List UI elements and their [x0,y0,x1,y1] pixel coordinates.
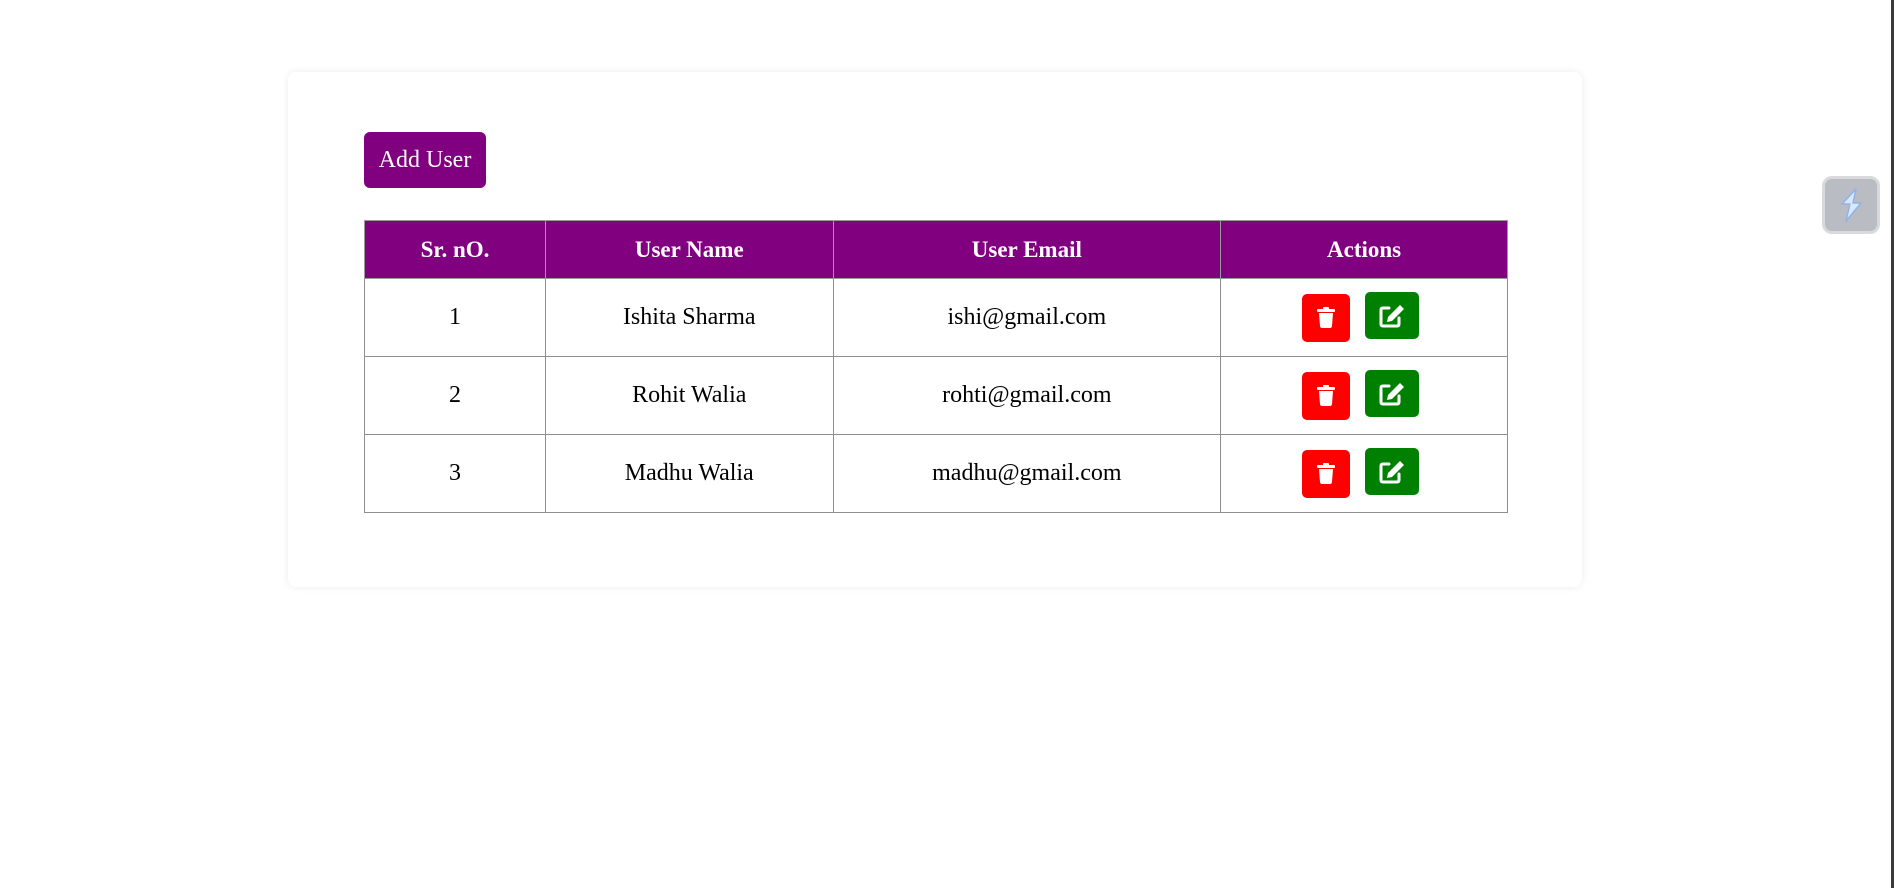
table-row: 2 Rohit Walia rohti@gmail.com [364,356,1508,435]
table-row: 1 Ishita Sharma ishi@gmail.com [364,278,1508,357]
edit-icon [1379,304,1404,327]
users-card: Add User Sr. nO. User Name User Email Ac… [288,72,1582,587]
cell-user-name: Madhu Walia [545,434,834,513]
add-user-button[interactable]: Add User [364,132,486,188]
table-row: 3 Madhu Walia madhu@gmail.com [364,434,1508,513]
header-sr-no: Sr. nO. [364,220,546,279]
cell-sr-no: 2 [364,356,546,435]
floating-extension-widget[interactable] [1822,176,1880,234]
header-actions: Actions [1220,220,1508,279]
header-user-email: User Email [832,220,1222,279]
cell-user-name: Ishita Sharma [545,278,834,357]
trash-icon [1316,307,1335,328]
delete-button[interactable] [1301,371,1350,420]
cell-user-email: ishi@gmail.com [832,278,1222,357]
trash-icon [1316,463,1335,484]
cell-user-email: rohti@gmail.com [832,356,1222,435]
header-user-name: User Name [545,220,834,279]
cell-actions [1220,434,1508,513]
cell-sr-no: 3 [364,434,546,513]
cell-user-email: madhu@gmail.com [832,434,1222,513]
edit-button[interactable] [1364,448,1419,495]
edit-icon [1379,460,1404,483]
edit-icon [1379,382,1404,405]
cell-user-name: Rohit Walia [545,356,834,435]
edit-button[interactable] [1364,292,1419,339]
users-table: Sr. nO. User Name User Email Actions 1 I… [364,220,1508,513]
cell-actions [1220,278,1508,357]
delete-button[interactable] [1301,449,1350,498]
lightning-icon [1841,188,1862,222]
cell-actions [1220,356,1508,435]
row-actions [1301,292,1419,342]
trash-icon [1316,385,1335,406]
table-header-row: Sr. nO. User Name User Email Actions [364,220,1508,279]
delete-button[interactable] [1301,293,1350,342]
cell-sr-no: 1 [364,278,546,357]
row-actions [1301,448,1419,498]
edit-button[interactable] [1364,370,1419,417]
row-actions [1301,370,1419,420]
